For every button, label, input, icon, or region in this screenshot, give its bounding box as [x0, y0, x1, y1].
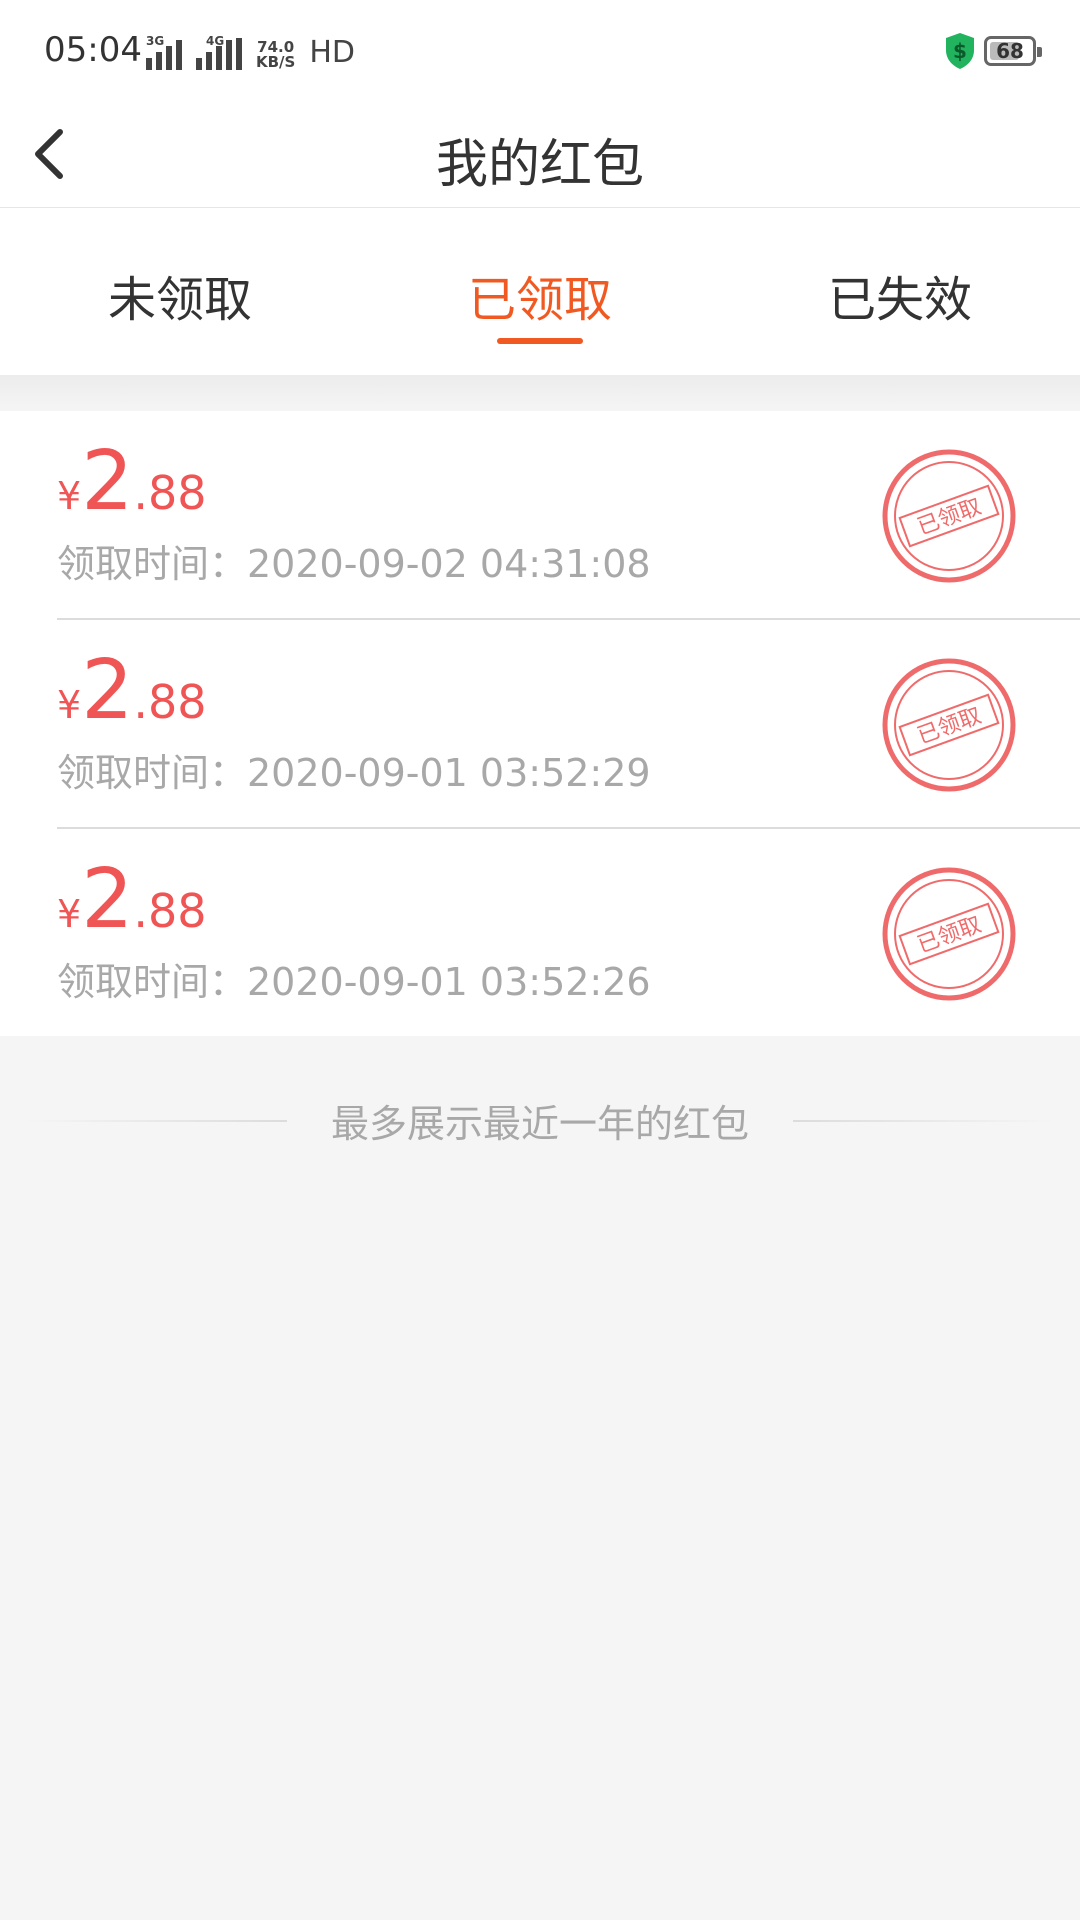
tab-bar: 未领取 已领取 已失效: [0, 208, 1080, 375]
amount: ¥2.88: [57, 434, 207, 529]
divider-right: [793, 1119, 1055, 1122]
amount: ¥2.88: [57, 852, 207, 947]
signal-3g-icon: 3G: [146, 34, 182, 70]
network-speed: 74.0 KB/S: [256, 38, 296, 71]
tab-claimed[interactable]: 已领取: [440, 260, 640, 330]
active-tab-indicator: [497, 338, 583, 344]
footer-note: 最多展示最近一年的红包: [0, 1093, 1080, 1148]
network-indicators: 3G 4G 74.0 KB/S HD: [146, 30, 355, 70]
red-packet-item[interactable]: ¥2.88 领取时间：2020-09-01 03:52:26 已领取: [57, 827, 1080, 1036]
amount: ¥2.88: [57, 643, 207, 738]
battery-icon: 68: [984, 36, 1042, 66]
status-bar: 05:04 3G 4G 74.0 KB/S HD $ 68: [0, 0, 1080, 100]
claim-time: 领取时间：2020-09-02 04:31:08: [57, 542, 651, 586]
security-shield-icon: $: [946, 33, 974, 69]
claim-time: 领取时间：2020-09-01 03:52:26: [57, 960, 651, 1004]
claimed-stamp-icon: 已领取: [882, 867, 1016, 1001]
tab-unclaimed[interactable]: 未领取: [80, 260, 280, 330]
tab-shadow: [0, 375, 1080, 411]
signal-4g-icon: 4G: [196, 34, 242, 70]
divider-left: [24, 1119, 287, 1122]
battery-level: 68: [996, 39, 1024, 63]
red-packet-list: ¥2.88 领取时间：2020-09-02 04:31:08 已领取 ¥2.88…: [0, 411, 1080, 1036]
svg-text:$: $: [953, 39, 967, 63]
claimed-stamp-icon: 已领取: [882, 449, 1016, 583]
claimed-stamp-icon: 已领取: [882, 658, 1016, 792]
tab-expired[interactable]: 已失效: [800, 260, 1000, 330]
red-packet-item[interactable]: ¥2.88 领取时间：2020-09-01 03:52:29 已领取: [57, 618, 1080, 827]
red-packet-item[interactable]: ¥2.88 领取时间：2020-09-02 04:31:08 已领取: [0, 411, 1080, 618]
claim-time: 领取时间：2020-09-01 03:52:29: [57, 751, 651, 795]
hd-indicator: HD: [309, 35, 356, 70]
page-title: 我的红包: [435, 135, 644, 195]
status-time: 05:04: [44, 30, 142, 70]
app-header: 我的红包: [0, 100, 1080, 208]
footer-note-text: 最多展示最近一年的红包: [330, 1102, 749, 1146]
